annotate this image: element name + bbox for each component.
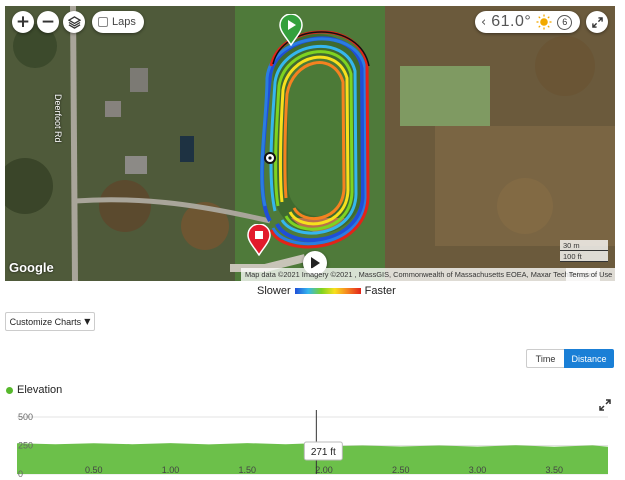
x-tick-label: 3.00 [469, 465, 487, 475]
road-label: Deerfoot Rd [53, 94, 63, 143]
pace-legend: Slower Faster [257, 284, 396, 298]
x-tick-label: 1.00 [162, 465, 180, 475]
series-dot-icon [6, 386, 13, 394]
layers-icon [67, 15, 81, 29]
minus-icon: − [40, 12, 56, 32]
laps-label: Laps [112, 16, 136, 28]
chevron-left-icon[interactable]: ‹ [481, 15, 486, 30]
distance-toggle-button[interactable]: Distance [564, 349, 614, 368]
start-marker-icon[interactable] [279, 14, 303, 46]
google-logo: Google [9, 260, 54, 275]
sun-icon [536, 14, 552, 30]
laps-checkbox[interactable] [98, 17, 108, 27]
tooltip-value: 271 ft [311, 447, 336, 458]
satellite-imagery [5, 6, 615, 281]
x-tick-label: 2.50 [392, 465, 410, 475]
temperature-value: 61.0° [491, 13, 532, 30]
customize-charts-label: Customize Charts [9, 316, 82, 327]
end-marker-icon[interactable] [247, 224, 271, 256]
zoom-out-button[interactable]: − [37, 11, 59, 33]
elevation-chart[interactable]: 0 250 500 0.50 1.00 1.50 2.00 2.50 3.00 3.50 271… [0, 408, 625, 480]
wind-speed-badge: 6 [557, 14, 573, 30]
zoom-in-button[interactable]: + [12, 11, 34, 33]
legend-faster-label: Faster [364, 285, 396, 297]
expand-icon [591, 16, 603, 28]
chart-title: Elevation [6, 384, 62, 396]
weather-widget: ‹ 61.0° 6 [475, 11, 580, 33]
fullscreen-button[interactable] [586, 11, 608, 33]
plus-icon: + [15, 12, 31, 32]
y-tick-label: 250 [18, 441, 33, 451]
x-tick-label: 2.00 [315, 465, 333, 475]
scale-feet: 100 ft [560, 251, 608, 262]
x-tick-label: 0.50 [85, 465, 103, 475]
chart-title-label: Elevation [17, 384, 63, 396]
chart-tooltip: 271 ft [303, 441, 343, 461]
x-tick-label: 3.50 [546, 465, 564, 475]
scale-meters: 30 m [560, 240, 608, 251]
y-tick-label: 0 [18, 469, 23, 479]
x-tick-label: 1.50 [238, 465, 256, 475]
map-scale: 30 m 100 ft [560, 240, 608, 262]
laps-toggle[interactable]: Laps [92, 11, 144, 33]
activity-map[interactable]: + − Laps ‹ 61.0° 6 Deerfoot Rd 30 m 100 … [5, 6, 615, 281]
customize-charts-button[interactable]: Customize Charts ▼ [5, 312, 95, 331]
map-attribution: Map data ©2021 Imagery ©2021 , MassGIS, … [241, 268, 601, 281]
y-tick-label: 500 [18, 412, 33, 422]
pace-gradient-bar [294, 288, 361, 294]
time-toggle-button[interactable]: Time [526, 349, 564, 368]
terms-of-use-link[interactable]: Terms of Use [566, 268, 615, 281]
legend-slower-label: Slower [257, 285, 291, 297]
layers-button[interactable] [63, 11, 85, 33]
caret-down-icon: ▼ [84, 317, 91, 326]
